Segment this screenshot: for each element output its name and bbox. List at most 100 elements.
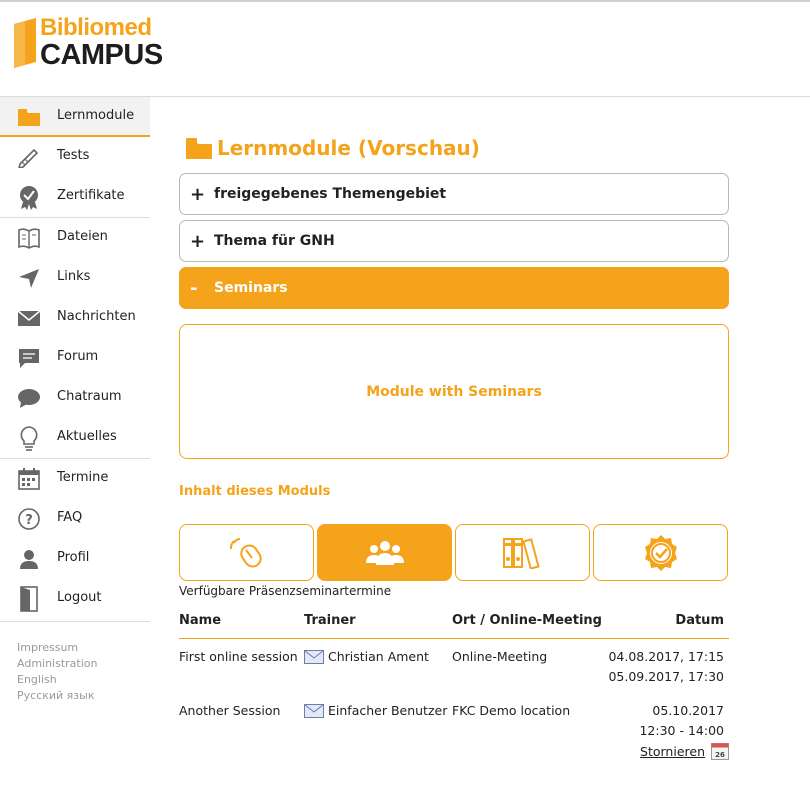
certificate-check-icon	[644, 534, 677, 571]
accordion-thema-gnh[interactable]: + Thema für GNH	[179, 220, 729, 262]
sidebar-item-label: Nachrichten	[57, 309, 136, 324]
sidebar-item-label: Dateien	[57, 229, 108, 244]
sidebar-item-label: FAQ	[57, 510, 83, 525]
accordion-label: Seminars	[214, 280, 288, 296]
sidebar-item-label: Lernmodule	[57, 108, 135, 123]
calendar-icon	[16, 467, 42, 491]
session-date-end: 05.09.2017, 17:30	[608, 669, 724, 684]
accordion-themengebiet[interactable]: + freigegebenes Themengebiet	[179, 173, 729, 215]
module-description-box: Module with Seminars	[179, 324, 729, 459]
trainer-cell: Christian Ament	[304, 649, 429, 664]
envelope-icon	[16, 306, 42, 330]
forum-icon	[16, 346, 42, 370]
sidebar-footer-links: Impressum Administration English Русский…	[17, 640, 98, 704]
svg-text:?: ?	[25, 513, 33, 528]
book-icon	[16, 226, 42, 250]
sidebar-item-logout[interactable]: Logout	[0, 579, 150, 619]
logo-text-campus: CAMPUS	[40, 39, 163, 71]
sidebar-item-faq[interactable]: ? FAQ	[0, 499, 150, 539]
expand-plus-icon: +	[190, 183, 206, 205]
accordion-label: Thema für GNH	[214, 233, 335, 249]
folder-icon	[16, 105, 42, 129]
russian-link[interactable]: Русский язык	[17, 688, 98, 704]
send-icon	[16, 266, 42, 290]
column-header-location: Ort / Online-Meeting	[452, 613, 602, 628]
sidebar-item-profil[interactable]: Profil	[0, 539, 150, 579]
stornieren-link[interactable]: Stornieren	[640, 744, 705, 759]
session-name: Another Session	[179, 703, 281, 718]
sidebar-item-forum[interactable]: Forum	[0, 338, 150, 378]
top-border	[0, 0, 810, 2]
sidebar-item-label: Aktuelles	[57, 429, 117, 444]
session-date-start: 04.08.2017, 17:15	[608, 649, 724, 664]
sidebar: Lernmodule Tests Zertifikate Dateien Lin…	[0, 97, 150, 622]
trainer-name: Christian Ament	[328, 649, 429, 664]
content-heading: Inhalt dieses Moduls	[179, 484, 331, 499]
door-icon	[16, 586, 42, 612]
tab-zertifikat[interactable]	[593, 524, 728, 581]
impressum-link[interactable]: Impressum	[17, 640, 98, 656]
sidebar-item-termine[interactable]: Termine	[0, 459, 150, 499]
sidebar-item-tests[interactable]: Tests	[0, 137, 150, 177]
envelope-icon[interactable]	[304, 703, 324, 718]
sidebar-item-label: Profil	[57, 550, 90, 565]
column-header-date: Datum	[675, 613, 724, 628]
accordion-seminars[interactable]: - Seminars	[179, 267, 729, 309]
english-link[interactable]: English	[17, 672, 98, 688]
session-location: FKC Demo location	[452, 703, 571, 718]
library-binders-icon	[502, 537, 540, 569]
logo-mark-icon	[14, 18, 36, 68]
group-icon	[365, 540, 404, 565]
page-title: Lernmodule (Vorschau)	[185, 135, 480, 161]
sidebar-item-label: Chatraum	[57, 389, 122, 404]
page-title-text: Lernmodule (Vorschau)	[217, 136, 480, 160]
cancel-action: Stornieren 26	[640, 742, 729, 760]
sidebar-item-label: Forum	[57, 349, 99, 364]
sidebar-item-label: Tests	[57, 148, 90, 163]
sidebar-item-label: Termine	[57, 470, 109, 485]
tab-bibliothek[interactable]	[455, 524, 590, 581]
sidebar-item-label: Logout	[57, 590, 102, 605]
trainer-name: Einfacher Benutzer	[328, 703, 448, 718]
tab-elearning[interactable]	[179, 524, 314, 581]
logo-text-bibliomed: Bibliomed	[40, 14, 152, 41]
calendar-add-icon[interactable]: 26	[711, 742, 729, 760]
sidebar-item-nachrichten[interactable]: Nachrichten	[0, 298, 150, 338]
session-name: First online session	[179, 649, 298, 664]
sidebar-item-label: Zertifikate	[57, 188, 125, 203]
mouse-click-icon	[229, 537, 262, 567]
module-content-tabs	[179, 524, 729, 581]
session-location: Online-Meeting	[452, 649, 548, 664]
certificate-icon	[16, 185, 42, 210]
sidebar-item-lernmodule[interactable]: Lernmodule	[0, 97, 150, 137]
lightbulb-icon	[16, 426, 42, 451]
sidebar-item-aktuelles[interactable]: Aktuelles	[0, 418, 150, 458]
question-icon: ?	[16, 507, 42, 531]
person-icon	[16, 547, 42, 571]
accordion-label: freigegebenes Themengebiet	[214, 186, 447, 202]
column-header-trainer: Trainer	[304, 613, 356, 628]
sidebar-item-label: Links	[57, 269, 91, 284]
sidebar-divider	[0, 621, 150, 622]
module-description: Module with Seminars	[366, 383, 542, 400]
sidebar-item-chatraum[interactable]: Chatraum	[0, 378, 150, 418]
chat-bubble-icon	[16, 386, 42, 410]
collapse-minus-icon: -	[190, 277, 198, 299]
trainer-cell: Einfacher Benutzer	[304, 703, 447, 718]
tab-seminare[interactable]	[317, 524, 452, 581]
pencil-icon	[16, 145, 42, 169]
header-underline	[179, 638, 729, 639]
bibliomed-campus-logo[interactable]: Bibliomed CAMPUS	[14, 14, 163, 72]
available-seminars-label: Verfügbare Präsenzseminartermine	[179, 584, 392, 598]
envelope-icon[interactable]	[304, 649, 324, 664]
administration-link[interactable]: Administration	[17, 656, 98, 672]
sidebar-item-dateien[interactable]: Dateien	[0, 218, 150, 258]
column-header-name: Name	[179, 613, 222, 628]
sidebar-item-zertifikate[interactable]: Zertifikate	[0, 177, 150, 217]
session-date: 05.10.2017	[652, 703, 724, 718]
folder-icon	[186, 138, 212, 159]
expand-plus-icon: +	[190, 230, 206, 252]
sidebar-item-links[interactable]: Links	[0, 258, 150, 298]
session-time: 12:30 - 14:00	[639, 723, 724, 738]
svg-text:26: 26	[715, 751, 725, 759]
